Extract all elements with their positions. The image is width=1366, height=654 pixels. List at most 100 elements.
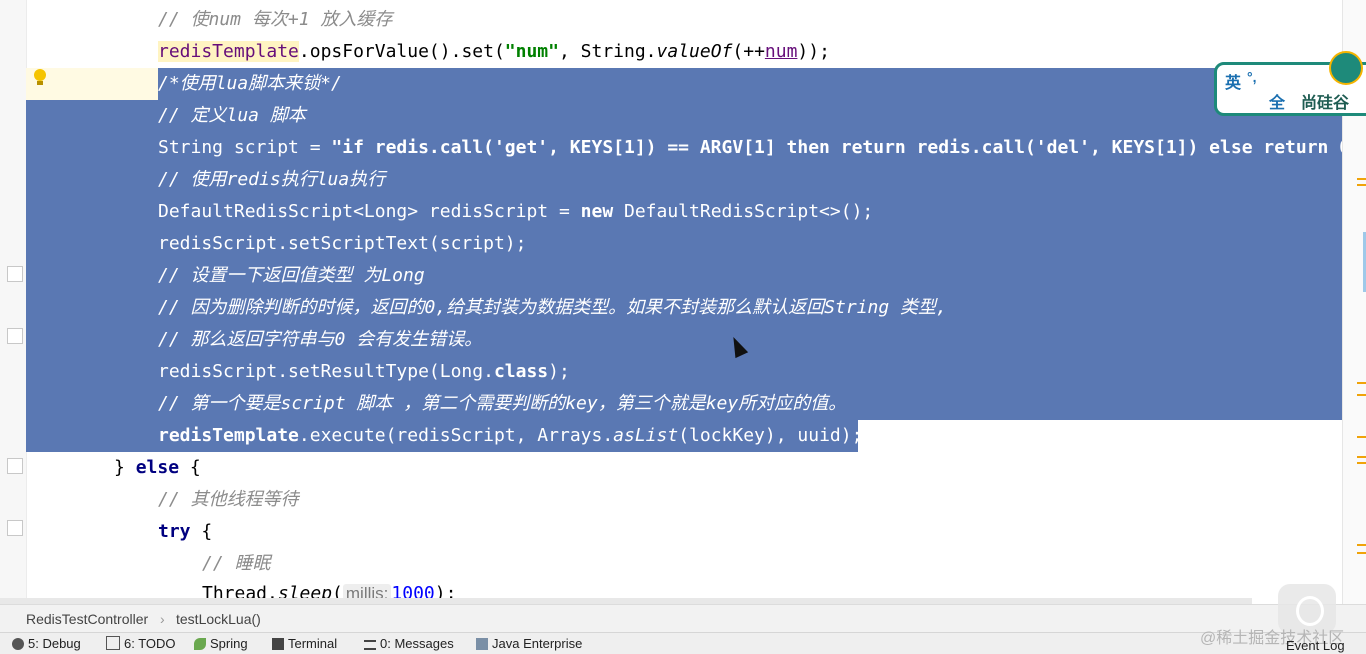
code-token: )); — [797, 41, 830, 62]
code-line[interactable]: // 第一个要是script 脚本 ，第二个需要判断的key，第三个就是key所… — [26, 388, 1342, 420]
code-token: valueOf — [656, 41, 733, 62]
brand-logo-icon — [1329, 51, 1363, 85]
error-stripe-mark[interactable] — [1357, 394, 1366, 396]
tool-window-debug[interactable]: 5: Debug — [12, 636, 81, 651]
code-line[interactable]: DefaultRedisScript<Long> redisScript = n… — [26, 196, 1342, 228]
breadcrumb-method[interactable]: testLockLua() — [176, 611, 261, 627]
code-token: redisScript.setResultType(Long. — [158, 361, 494, 382]
code-token: num — [764, 41, 798, 62]
code-comment: // 第一个要是script 脚本 ，第二个需要判断的key，第三个就是key所… — [158, 393, 847, 414]
code-token: redisTemplate — [158, 425, 299, 446]
ime-mode[interactable]: 全 — [1269, 89, 1285, 113]
code-comment: // 设置一下返回值类型 为Long — [158, 265, 425, 286]
todo-icon — [106, 636, 120, 650]
code-token: { — [179, 457, 201, 478]
code-token: } — [114, 457, 136, 478]
code-token: DefaultRedisScript<>(); — [613, 201, 874, 222]
spring-leaf-icon — [194, 638, 206, 650]
bug-icon — [12, 638, 24, 650]
tool-window-todo[interactable]: 6: TODO — [106, 636, 176, 651]
error-stripe-mark[interactable] — [1357, 382, 1366, 384]
code-string: "if redis.call('get', KEYS[1]) == ARGV[1… — [331, 137, 1342, 158]
code-line[interactable]: // 使用redis执行lua执行 — [26, 164, 1342, 196]
code-token: .execute(redisScript, Arrays. — [298, 425, 614, 446]
code-string: "num" — [504, 41, 559, 62]
code-comment: // 因为删除判断的时候，返回的0,给其封装为数据类型。如果不封装那么默认返回S… — [158, 297, 947, 318]
breadcrumb-separator: › — [160, 611, 165, 627]
tool-window-label: Spring — [210, 636, 248, 651]
messages-icon — [364, 640, 376, 650]
code-keyword: new — [580, 201, 614, 222]
code-line[interactable]: try { — [26, 516, 1342, 548]
code-comment: // 使num 每次+1 放入缓存 — [158, 9, 393, 30]
fold-marker-icon[interactable] — [7, 266, 23, 282]
code-token: String script = — [158, 137, 332, 158]
code-line[interactable]: } else { — [26, 452, 1342, 484]
fold-marker-icon[interactable] — [7, 458, 23, 474]
error-stripe-mark[interactable] — [1357, 178, 1366, 180]
tool-window-label: 6: TODO — [124, 636, 176, 651]
code-line[interactable]: String script = "if redis.call('get', KE… — [26, 132, 1342, 164]
tool-window-label: Java Enterprise — [492, 636, 583, 651]
code-comment: // 定义lua 脚本 — [158, 105, 306, 126]
code-keyword: class — [493, 361, 549, 382]
code-line[interactable]: redisTemplate.opsForValue().set("num", S… — [26, 36, 1342, 68]
code-line[interactable]: // 那么返回字符串与0 会有发生错误。 — [26, 324, 1342, 356]
tool-window-bar: 5: Debug 6: TODO Spring Terminal 0: Mess… — [0, 632, 1366, 654]
tool-window-label: 5: Debug — [28, 636, 81, 651]
ime-brand: 尚硅谷 — [1301, 95, 1350, 112]
error-stripe-mark[interactable] — [1357, 462, 1366, 464]
java-enterprise-icon — [476, 638, 488, 650]
ime-punct[interactable]: °, — [1247, 69, 1257, 85]
fold-marker-icon[interactable] — [7, 520, 23, 536]
breadcrumb-class[interactable]: RedisTestController — [26, 611, 148, 627]
code-token: (lockKey), uuid); — [678, 425, 858, 446]
tool-window-terminal[interactable]: Terminal — [272, 636, 337, 651]
code-line[interactable]: // 设置一下返回值类型 为Long — [26, 260, 1342, 292]
code-line[interactable]: // 定义lua 脚本 — [26, 100, 1342, 132]
code-token: ); — [548, 361, 570, 382]
terminal-icon — [272, 638, 284, 650]
tool-window-label: 0: Messages — [380, 636, 454, 651]
code-token: asList — [613, 425, 679, 446]
breadcrumb: RedisTestController › testLockLua() — [0, 604, 1366, 633]
code-keyword: else — [135, 457, 180, 478]
code-comment: // 其他线程等待 — [158, 489, 299, 510]
error-stripe-mark[interactable] — [1357, 544, 1366, 546]
code-line[interactable]: redisScript.setResultType(Long.class); — [26, 356, 1342, 388]
tool-window-messages[interactable]: 0: Messages — [364, 636, 454, 651]
error-stripe-mark[interactable] — [1357, 456, 1366, 458]
code-line[interactable]: redisScript.setScriptText(script); — [26, 228, 1342, 260]
code-line[interactable]: redisTemplate.execute(redisScript, Array… — [26, 420, 858, 452]
code-line[interactable]: // 其他线程等待 — [26, 484, 1342, 516]
error-stripe-mark[interactable] — [1357, 184, 1366, 186]
code-token: DefaultRedisScript<Long> redisScript = — [158, 201, 581, 222]
event-log-button[interactable]: Event Log — [1286, 638, 1345, 653]
code-comment: // 使用redis执行lua执行 — [158, 169, 386, 190]
code-comment: // 睡眠 — [202, 553, 271, 574]
code-token: (++ — [732, 41, 765, 62]
code-token: , String. — [558, 41, 657, 62]
code-comment: // 那么返回字符串与0 会有发生错误。 — [158, 329, 483, 350]
code-line[interactable]: // 因为删除判断的时候，返回的0,给其封装为数据类型。如果不封装那么默认返回S… — [26, 292, 1342, 324]
code-token: { — [190, 521, 213, 542]
error-stripe-mark[interactable] — [1357, 436, 1366, 438]
fold-marker-icon[interactable] — [7, 328, 23, 344]
code-editor[interactable]: // 使num 每次+1 放入缓存 redisTemplate.opsForVa… — [0, 0, 1342, 604]
code-token: redisScript.setScriptText(script); — [158, 233, 527, 254]
code-line[interactable]: // 睡眠 — [26, 548, 1342, 580]
tool-window-label: Terminal — [288, 636, 338, 651]
error-stripe-mark[interactable] — [1357, 552, 1366, 554]
editor-gutter[interactable] — [0, 0, 27, 604]
ime-lang[interactable]: 英 — [1225, 69, 1241, 93]
tool-window-java-enterprise[interactable]: Java Enterprise — [476, 636, 582, 651]
ime-toolbar[interactable]: 英 °, 全 尚硅谷 — [1214, 51, 1366, 116]
code-line-current[interactable]: /*使用lua脚本来锁*/ — [26, 68, 1342, 100]
code-token: redisTemplate — [158, 41, 299, 62]
tool-window-spring[interactable]: Spring — [194, 636, 248, 651]
code-keyword: try — [158, 521, 191, 542]
code-line[interactable]: // 使num 每次+1 放入缓存 — [26, 4, 1342, 36]
lightbulb-icon[interactable] — [33, 68, 47, 88]
code-comment: /*使用lua脚本来锁*/ — [158, 73, 342, 94]
code-token: .opsForValue().set( — [298, 41, 505, 62]
